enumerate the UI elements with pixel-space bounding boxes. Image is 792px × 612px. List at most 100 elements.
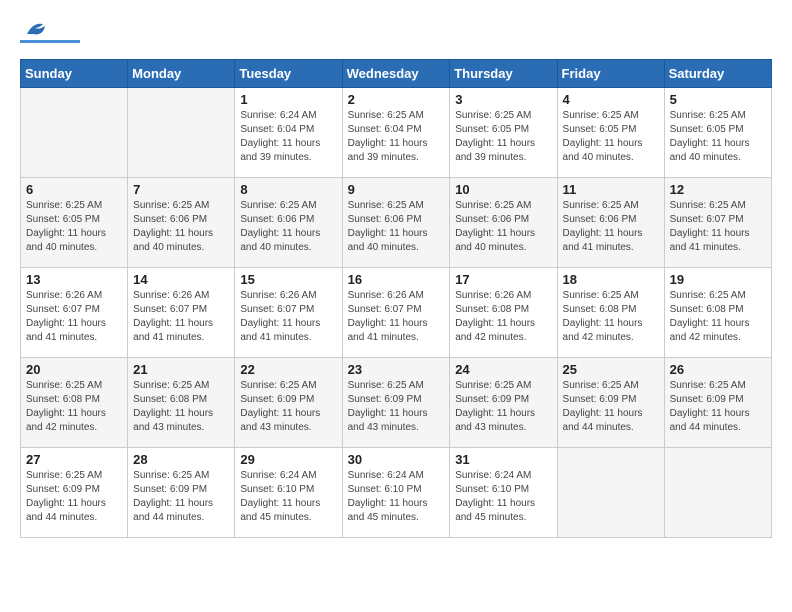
day-number: 25 — [563, 362, 659, 377]
calendar-cell: 1 Sunrise: 6:24 AM Sunset: 6:04 PM Daylig… — [235, 88, 342, 178]
calendar-cell: 14 Sunrise: 6:26 AM Sunset: 6:07 PM Dayli… — [128, 268, 235, 358]
calendar-cell: 2 Sunrise: 6:25 AM Sunset: 6:04 PM Daylig… — [342, 88, 450, 178]
day-number: 9 — [348, 182, 445, 197]
day-detail: Sunrise: 6:25 AM Sunset: 6:04 PM Dayligh… — [348, 109, 445, 165]
day-number: 29 — [240, 452, 336, 467]
logo-bird-icon — [25, 20, 47, 38]
day-detail: Sunrise: 6:25 AM Sunset: 6:05 PM Dayligh… — [455, 109, 551, 165]
day-number: 15 — [240, 272, 336, 287]
day-detail: Sunrise: 6:26 AM Sunset: 6:07 PM Dayligh… — [133, 289, 229, 345]
day-number: 31 — [455, 452, 551, 467]
day-detail: Sunrise: 6:25 AM Sunset: 6:05 PM Dayligh… — [670, 109, 766, 165]
weekday-header: Thursday — [450, 60, 557, 88]
day-number: 21 — [133, 362, 229, 377]
day-detail: Sunrise: 6:25 AM Sunset: 6:08 PM Dayligh… — [26, 379, 122, 435]
calendar-cell: 3Sunrise: 6:25 AM Sunset: 6:05 PM Daylig… — [450, 88, 557, 178]
calendar-cell: 22 Sunrise: 6:25 AM Sunset: 6:09 PM Dayli… — [235, 358, 342, 448]
day-detail: Sunrise: 6:26 AM Sunset: 6:07 PM Dayligh… — [348, 289, 445, 345]
calendar-table: SundayMondayTuesdayWednesdayThursdayFrid… — [20, 59, 772, 538]
calendar-cell: 31 Sunrise: 6:24 AM Sunset: 6:10 PM Dayli… — [450, 448, 557, 538]
calendar-cell — [557, 448, 664, 538]
calendar-cell — [664, 448, 771, 538]
calendar-cell: 19Sunrise: 6:25 AM Sunset: 6:08 PM Dayli… — [664, 268, 771, 358]
calendar-cell: 27 Sunrise: 6:25 AM Sunset: 6:09 PM Dayli… — [21, 448, 128, 538]
calendar-week-row: 6 Sunrise: 6:25 AM Sunset: 6:05 PM Daylig… — [21, 178, 772, 268]
calendar-cell: 8 Sunrise: 6:25 AM Sunset: 6:06 PM Daylig… — [235, 178, 342, 268]
day-detail: Sunrise: 6:25 AM Sunset: 6:07 PM Dayligh… — [670, 199, 766, 255]
page-header — [20, 20, 772, 43]
day-detail: Sunrise: 6:25 AM Sunset: 6:08 PM Dayligh… — [133, 379, 229, 435]
weekday-header: Monday — [128, 60, 235, 88]
calendar-cell: 7 Sunrise: 6:25 AM Sunset: 6:06 PM Daylig… — [128, 178, 235, 268]
day-number: 8 — [240, 182, 336, 197]
day-number: 27 — [26, 452, 122, 467]
calendar-cell: 29 Sunrise: 6:24 AM Sunset: 6:10 PM Dayli… — [235, 448, 342, 538]
day-number: 18 — [563, 272, 659, 287]
weekday-header: Friday — [557, 60, 664, 88]
day-detail: Sunrise: 6:25 AM Sunset: 6:09 PM Dayligh… — [670, 379, 766, 435]
day-number: 1 — [240, 92, 336, 107]
day-detail: Sunrise: 6:26 AM Sunset: 6:07 PM Dayligh… — [240, 289, 336, 345]
day-detail: Sunrise: 6:25 AM Sunset: 6:06 PM Dayligh… — [133, 199, 229, 255]
calendar-cell — [128, 88, 235, 178]
day-detail: Sunrise: 6:25 AM Sunset: 6:09 PM Dayligh… — [563, 379, 659, 435]
weekday-header: Wednesday — [342, 60, 450, 88]
calendar-cell: 30Sunrise: 6:24 AM Sunset: 6:10 PM Dayli… — [342, 448, 450, 538]
day-number: 7 — [133, 182, 229, 197]
logo — [20, 20, 80, 43]
calendar-week-row: 1 Sunrise: 6:24 AM Sunset: 6:04 PM Daylig… — [21, 88, 772, 178]
day-detail: Sunrise: 6:25 AM Sunset: 6:09 PM Dayligh… — [26, 469, 122, 525]
day-number: 6 — [26, 182, 122, 197]
day-detail: Sunrise: 6:25 AM Sunset: 6:09 PM Dayligh… — [455, 379, 551, 435]
day-number: 2 — [348, 92, 445, 107]
day-detail: Sunrise: 6:25 AM Sunset: 6:06 PM Dayligh… — [563, 199, 659, 255]
day-detail: Sunrise: 6:26 AM Sunset: 6:07 PM Dayligh… — [26, 289, 122, 345]
calendar-cell: 23 Sunrise: 6:25 AM Sunset: 6:09 PM Dayli… — [342, 358, 450, 448]
day-detail: Sunrise: 6:25 AM Sunset: 6:06 PM Dayligh… — [455, 199, 551, 255]
calendar-cell: 11 Sunrise: 6:25 AM Sunset: 6:06 PM Dayli… — [557, 178, 664, 268]
calendar-cell: 25 Sunrise: 6:25 AM Sunset: 6:09 PM Dayli… — [557, 358, 664, 448]
day-number: 23 — [348, 362, 445, 377]
calendar-cell: 24 Sunrise: 6:25 AM Sunset: 6:09 PM Dayli… — [450, 358, 557, 448]
day-detail: Sunrise: 6:25 AM Sunset: 6:05 PM Dayligh… — [563, 109, 659, 165]
day-number: 24 — [455, 362, 551, 377]
day-detail: Sunrise: 6:24 AM Sunset: 6:10 PM Dayligh… — [240, 469, 336, 525]
day-detail: Sunrise: 6:25 AM Sunset: 6:09 PM Dayligh… — [240, 379, 336, 435]
weekday-header: Tuesday — [235, 60, 342, 88]
day-detail: Sunrise: 6:25 AM Sunset: 6:06 PM Dayligh… — [240, 199, 336, 255]
day-number: 13 — [26, 272, 122, 287]
calendar-cell: 9 Sunrise: 6:25 AM Sunset: 6:06 PM Daylig… — [342, 178, 450, 268]
day-number: 14 — [133, 272, 229, 287]
calendar-week-row: 27 Sunrise: 6:25 AM Sunset: 6:09 PM Dayli… — [21, 448, 772, 538]
day-number: 22 — [240, 362, 336, 377]
calendar-cell: 28Sunrise: 6:25 AM Sunset: 6:09 PM Dayli… — [128, 448, 235, 538]
calendar-cell: 17Sunrise: 6:26 AM Sunset: 6:08 PM Dayli… — [450, 268, 557, 358]
day-detail: Sunrise: 6:25 AM Sunset: 6:08 PM Dayligh… — [563, 289, 659, 345]
day-number: 4 — [563, 92, 659, 107]
day-detail: Sunrise: 6:26 AM Sunset: 6:08 PM Dayligh… — [455, 289, 551, 345]
calendar-cell: 21 Sunrise: 6:25 AM Sunset: 6:08 PM Dayli… — [128, 358, 235, 448]
day-detail: Sunrise: 6:25 AM Sunset: 6:09 PM Dayligh… — [348, 379, 445, 435]
day-detail: Sunrise: 6:25 AM Sunset: 6:05 PM Dayligh… — [26, 199, 122, 255]
day-number: 12 — [670, 182, 766, 197]
day-number: 30 — [348, 452, 445, 467]
day-number: 5 — [670, 92, 766, 107]
weekday-header: Sunday — [21, 60, 128, 88]
day-detail: Sunrise: 6:25 AM Sunset: 6:09 PM Dayligh… — [133, 469, 229, 525]
day-number: 11 — [563, 182, 659, 197]
calendar-cell: 6 Sunrise: 6:25 AM Sunset: 6:05 PM Daylig… — [21, 178, 128, 268]
calendar-cell: 13 Sunrise: 6:26 AM Sunset: 6:07 PM Dayli… — [21, 268, 128, 358]
day-number: 26 — [670, 362, 766, 377]
day-number: 16 — [348, 272, 445, 287]
day-detail: Sunrise: 6:25 AM Sunset: 6:06 PM Dayligh… — [348, 199, 445, 255]
logo-divider — [20, 40, 80, 43]
calendar-cell: 10Sunrise: 6:25 AM Sunset: 6:06 PM Dayli… — [450, 178, 557, 268]
day-detail: Sunrise: 6:24 AM Sunset: 6:10 PM Dayligh… — [455, 469, 551, 525]
day-detail: Sunrise: 6:24 AM Sunset: 6:04 PM Dayligh… — [240, 109, 336, 165]
calendar-cell: 15 Sunrise: 6:26 AM Sunset: 6:07 PM Dayli… — [235, 268, 342, 358]
calendar-week-row: 20Sunrise: 6:25 AM Sunset: 6:08 PM Dayli… — [21, 358, 772, 448]
calendar-cell — [21, 88, 128, 178]
calendar-cell: 18 Sunrise: 6:25 AM Sunset: 6:08 PM Dayli… — [557, 268, 664, 358]
calendar-cell: 12 Sunrise: 6:25 AM Sunset: 6:07 PM Dayli… — [664, 178, 771, 268]
calendar-cell: 5 Sunrise: 6:25 AM Sunset: 6:05 PM Daylig… — [664, 88, 771, 178]
